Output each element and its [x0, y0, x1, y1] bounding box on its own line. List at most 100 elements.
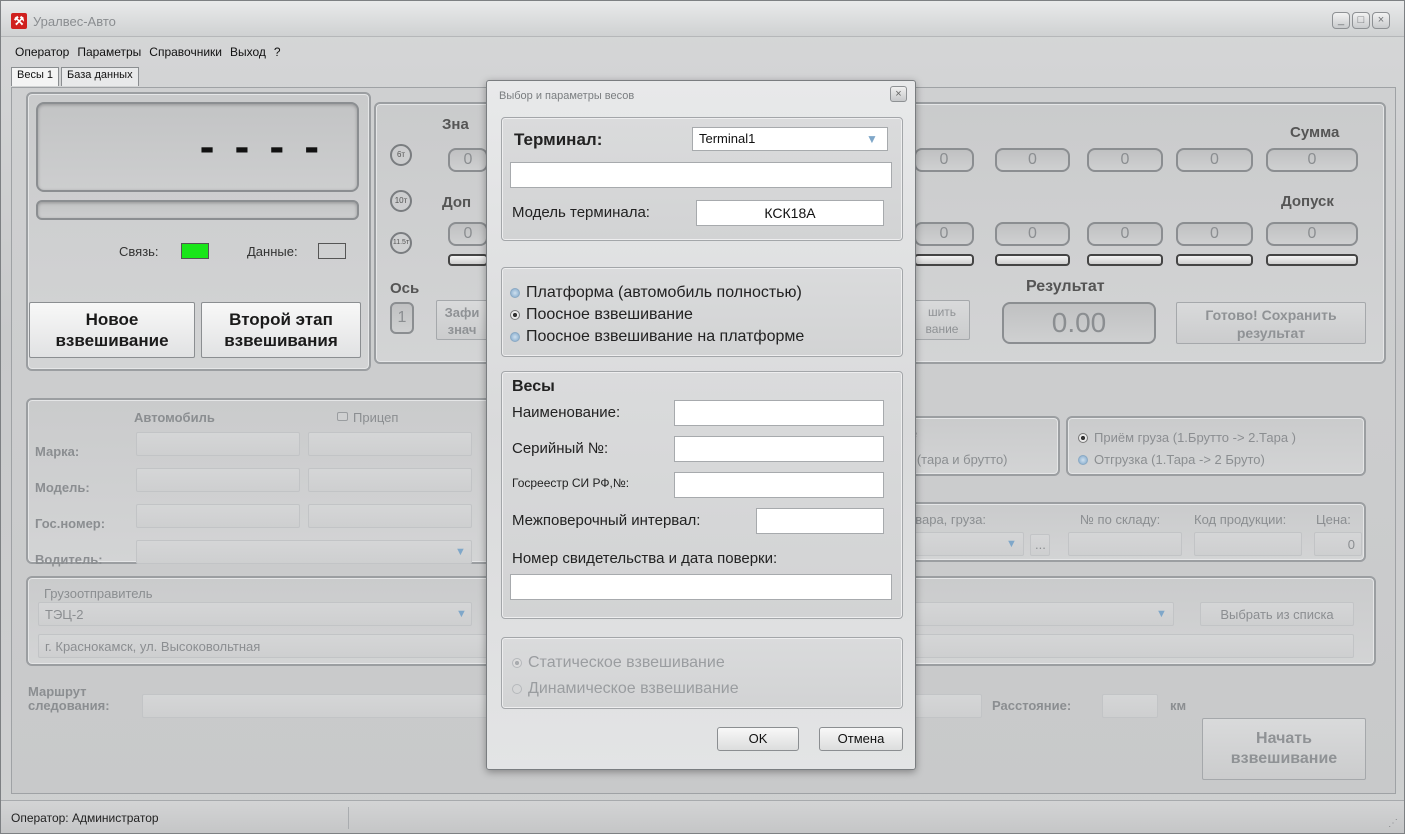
- close-button[interactable]: ×: [1372, 12, 1390, 29]
- interval-label: Межповерочный интервал:: [512, 512, 701, 529]
- scales-group: Весы Наименование: Серийный №: Госреестр…: [501, 371, 903, 619]
- axle-tolerance-6: 0: [995, 222, 1070, 246]
- shipper-select[interactable]: ТЭЦ-2: [38, 602, 472, 626]
- tolerance-label-partial: Доп: [442, 194, 472, 211]
- dialog-title: Выбор и параметры весов: [499, 90, 635, 102]
- platform-mode-radio[interactable]: Платформа (автомобиль полностью): [510, 284, 802, 302]
- axle-value-7: 0: [1087, 148, 1163, 172]
- route-label: Маршрут следования:: [28, 684, 110, 713]
- new-weighing-button[interactable]: Новое взвешивание: [29, 302, 195, 358]
- menu-operator[interactable]: Оператор: [11, 45, 73, 63]
- finish-partial-button[interactable]: шить вание: [914, 300, 970, 340]
- certificate-field[interactable]: [510, 574, 892, 600]
- vehicle-column-label: Автомобиль: [134, 410, 215, 425]
- warehouse-label: № по складу:: [1080, 512, 1161, 527]
- axle-bar-1: [448, 254, 488, 266]
- shipper-dropdown-arrow-icon[interactable]: ▼: [456, 609, 468, 620]
- choose-from-list-button[interactable]: Выбрать из списка: [1200, 602, 1354, 626]
- driver-dropdown-arrow-icon[interactable]: ▼: [455, 547, 467, 558]
- axle-tolerance-7: 0: [1087, 222, 1163, 246]
- axle-platform-mode-radio[interactable]: Поосное взвешивание на платформе: [510, 328, 804, 346]
- trailer-model-field[interactable]: [308, 468, 472, 492]
- resize-grip-icon[interactable]: ⋰: [1388, 818, 1398, 829]
- trailer-plate-field[interactable]: [308, 504, 472, 528]
- terminal-select[interactable]: Terminal1: [692, 127, 888, 151]
- consignee-dropdown-arrow-icon[interactable]: ▼: [1156, 609, 1168, 620]
- product-code-field[interactable]: [1194, 532, 1302, 556]
- cancel-button[interactable]: Отмена: [819, 727, 903, 751]
- dynamic-weighing-radio[interactable]: Динамическое взвешивание: [512, 680, 739, 698]
- goods-panel: овара, груза: № по складу: Код продукции…: [902, 502, 1366, 562]
- goods-dropdown-arrow-icon[interactable]: ▼: [1006, 539, 1018, 550]
- tab-database[interactable]: База данных: [61, 67, 139, 86]
- weighing-type-panel-partial: е а (тара и брутто): [902, 416, 1060, 476]
- link-indicator: [181, 243, 209, 259]
- goods-lookup-button[interactable]: ...: [1030, 534, 1050, 556]
- hammer-wrench-icon: ⚒: [11, 13, 27, 29]
- dialog-close-icon[interactable]: ×: [890, 86, 907, 102]
- ship-cargo-radio[interactable]: Отгрузка (1.Тара -> 2 Бруто): [1078, 452, 1265, 467]
- axle-10t-icon: 10т: [390, 190, 412, 212]
- axle-platform-mode-label: Поосное взвешивание на платформе: [526, 328, 805, 345]
- fix-value-button[interactable]: Зафи знач: [436, 300, 488, 340]
- window-title: Уралвес-Авто: [33, 14, 116, 29]
- scale-selection-dialog: Выбор и параметры весов × Терминал: Term…: [486, 80, 916, 770]
- axle-value-6: 0: [995, 148, 1070, 172]
- scale-name-field[interactable]: [674, 400, 884, 426]
- menu-help[interactable]: ?: [270, 45, 285, 63]
- start-weighing-button[interactable]: Начать взвешивание: [1202, 718, 1366, 780]
- terminal-group: Терминал: Terminal1 ▼ Модель терминала: …: [501, 117, 903, 241]
- model-field[interactable]: [136, 468, 300, 492]
- trailer-checkbox[interactable]: [337, 412, 348, 421]
- distance-unit: км: [1170, 698, 1187, 713]
- tab-scales-1[interactable]: Весы 1: [11, 67, 60, 86]
- weighing-dynamics-group: Статическое взвешивание Динамическое взв…: [501, 637, 903, 709]
- make-label: Марка:: [35, 444, 80, 459]
- interval-field[interactable]: [756, 508, 884, 534]
- ship-cargo-label: Отгрузка (1.Тара -> 2 Бруто): [1094, 452, 1265, 467]
- plate-field[interactable]: [136, 504, 300, 528]
- warehouse-field[interactable]: [1068, 532, 1182, 556]
- ship-radio-dot: [1078, 454, 1088, 465]
- platform-mode-label: Платформа (автомобиль полностью): [526, 284, 802, 301]
- consignee-select[interactable]: [904, 602, 1174, 626]
- price-field[interactable]: 0: [1314, 532, 1362, 556]
- axle-mode-radio[interactable]: Поосное взвешивание: [510, 306, 693, 324]
- axle-bar-6: [995, 254, 1070, 266]
- trailer-column-label: Прицеп: [353, 410, 399, 425]
- registry-field[interactable]: [674, 472, 884, 498]
- maximize-button[interactable]: □: [1352, 12, 1370, 29]
- terminal-dropdown-arrow-icon[interactable]: ▼: [866, 133, 878, 145]
- menu-directories[interactable]: Справочники: [145, 45, 226, 63]
- status-bar: Оператор: Администратор ⋰: [1, 800, 1404, 833]
- result-label: Результат: [1026, 278, 1105, 295]
- trailer-make-field[interactable]: [308, 432, 472, 456]
- static-weighing-radio[interactable]: Статическое взвешивание: [512, 654, 725, 672]
- done-save-button[interactable]: Готово! Сохранить результат: [1176, 302, 1366, 344]
- weigh-mode-group: Платформа (автомобиль полностью) Поосное…: [501, 267, 903, 357]
- vehicle-panel: Автомобиль Прицеп Марка: Модель: Гос.ном…: [26, 398, 498, 567]
- data-indicator: [318, 243, 346, 259]
- sum-label: Сумма: [1290, 124, 1340, 141]
- serial-field[interactable]: [674, 436, 884, 462]
- terminal-model-label: Модель терминала:: [512, 204, 650, 221]
- weight-progress-bar: [36, 200, 359, 220]
- driver-label: Водитель:: [35, 552, 103, 567]
- terminal-extra-field[interactable]: [510, 162, 892, 188]
- certificate-label: Номер свидетельства и дата поверки:: [512, 550, 778, 567]
- distance-field[interactable]: [1102, 694, 1158, 718]
- receive-cargo-radio[interactable]: Приём груза (1.Брутто -> 2.Тара ): [1078, 430, 1296, 445]
- driver-select[interactable]: [136, 540, 472, 564]
- make-field[interactable]: [136, 432, 300, 456]
- minimize-button[interactable]: _: [1332, 12, 1350, 29]
- axle-tolerance-8: 0: [1176, 222, 1253, 246]
- terminal-label: Терминал:: [514, 130, 603, 149]
- menu-parameters[interactable]: Параметры: [73, 45, 145, 63]
- second-stage-button[interactable]: Второй этап взвешивания: [201, 302, 361, 358]
- result-value: 0.00: [1002, 302, 1156, 344]
- static-weighing-label: Статическое взвешивание: [528, 654, 725, 671]
- menu-exit[interactable]: Выход: [226, 45, 270, 63]
- terminal-model-field[interactable]: КСК18А: [696, 200, 884, 226]
- ok-button[interactable]: OK: [717, 727, 799, 751]
- goods-label: овара, груза:: [908, 512, 987, 527]
